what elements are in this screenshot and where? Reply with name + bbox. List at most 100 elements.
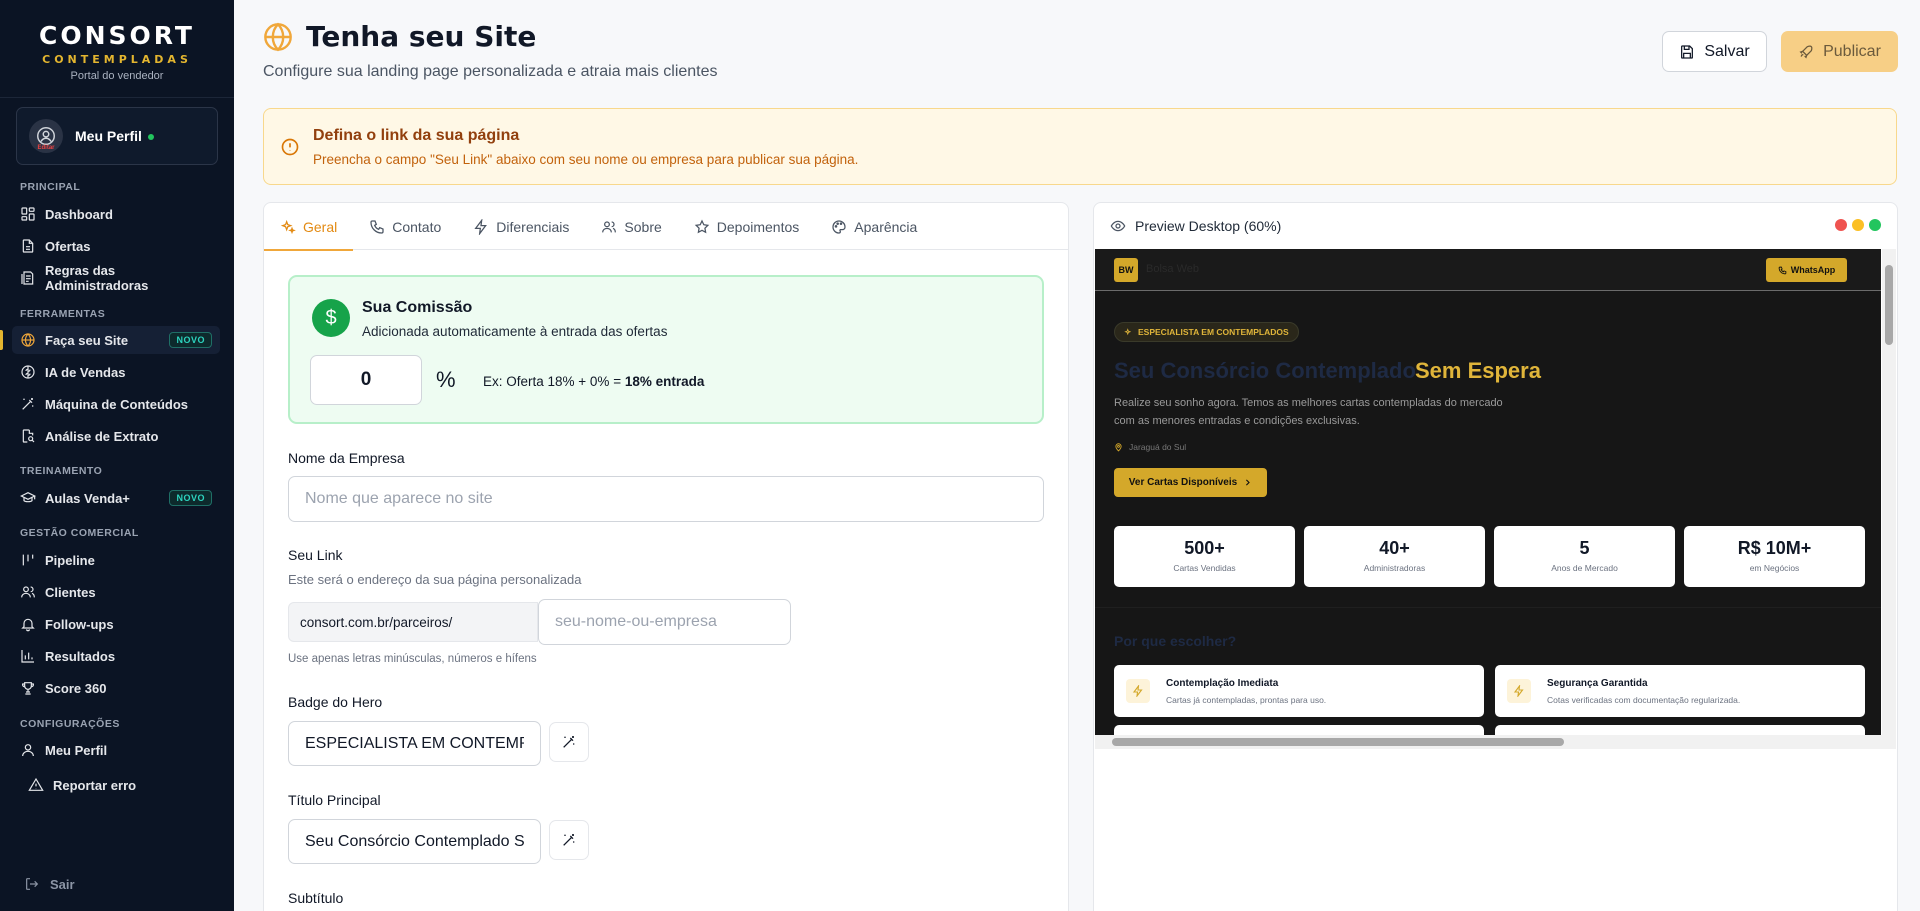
logout-label: Sair (50, 876, 75, 892)
publish-label: Publicar (1823, 42, 1881, 60)
globe-icon (264, 22, 292, 51)
sidebar: CONSORT CONTEMPLADAS Portal do vendedor … (0, 0, 234, 911)
logout-button[interactable]: Sair (24, 876, 75, 892)
commission-title: Sua Comissão (362, 299, 473, 316)
online-status-dot (147, 133, 154, 140)
phone-icon (370, 219, 384, 234)
sidebar-item-analise-de-extrato[interactable]: Análise de Extrato (12, 422, 220, 450)
commission-input[interactable] (310, 355, 422, 405)
users-icon (602, 220, 617, 232)
link-alert: Defina o link da sua página Preencha o c… (263, 108, 1897, 185)
alert-circle-icon (281, 138, 299, 156)
lightning-icon (1507, 679, 1531, 703)
sidebar-item-label: Dashboard (45, 206, 113, 222)
profile-card[interactable]: Editar Meu Perfil (16, 107, 218, 165)
users-icon (21, 586, 35, 598)
sidebar-item-meu-perfil[interactable]: Meu Perfil (12, 736, 220, 764)
generate-title-button[interactable] (549, 820, 589, 860)
preview-feature-card-partial (1114, 725, 1484, 735)
magic-wand-icon (22, 398, 34, 410)
link-prefix: consort.com.br/parceiros/ (288, 602, 538, 642)
sidebar-item-label: Score 360 (45, 680, 107, 696)
preview-stat-card: 500+ Cartas Vendidas (1114, 526, 1295, 587)
tab-diferenciais[interactable]: Diferenciais (457, 203, 585, 250)
preview-hero-badge: ESPECIALISTA EM CONTEMPLADOS (1114, 322, 1299, 342)
sidebar-item-label: Clientes (45, 584, 96, 600)
generate-badge-button[interactable] (549, 722, 589, 762)
page-header: Tenha seu Site (262, 20, 536, 53)
sidebar-item-dashboard[interactable]: Dashboard (12, 200, 220, 228)
preview-location-text: Jaraguá do Sul (1129, 442, 1187, 452)
save-button[interactable]: Salvar (1662, 31, 1767, 72)
magic-wand-icon (563, 736, 575, 748)
brand-name: CONSORT (39, 21, 195, 50)
window-dot-green (1869, 219, 1881, 231)
sidebar-item-resultados[interactable]: Resultados (12, 642, 220, 670)
chevron-right-icon (1246, 479, 1250, 486)
star-icon (694, 219, 710, 233)
magic-wand-icon (563, 834, 575, 846)
preview-divider (1095, 607, 1881, 608)
eye-icon (1110, 220, 1126, 232)
sidebar-item-faca-seu-site[interactable]: Faça seu Site NOVO (0, 326, 220, 354)
subtitle-label: Subtítulo (288, 890, 344, 906)
tab-aparencia[interactable]: Aparência (815, 203, 933, 250)
file-search-icon (22, 429, 35, 443)
preview-stat-value: 500+ (1184, 538, 1225, 558)
commission-example-text: Ex: Oferta 18% + 0% = (483, 374, 625, 389)
preview-logo-text: Bolsa Web (1146, 263, 1199, 275)
nav-section-gestao-comercial: GESTÃO COMERCIAL (20, 527, 139, 539)
main-title-input[interactable] (288, 819, 541, 864)
document-icon (22, 239, 34, 253)
rules-icon (21, 271, 34, 285)
sidebar-item-maquina-de-conteudos[interactable]: Máquina de Conteúdos (12, 390, 220, 418)
tab-label: Contato (392, 218, 442, 235)
tab-label: Depoimentos (716, 218, 800, 235)
tab-contato[interactable]: Contato (353, 203, 457, 250)
tab-depoimentos[interactable]: Depoimentos (678, 203, 816, 250)
new-badge: NOVO (169, 332, 212, 348)
window-dot-red (1835, 219, 1847, 231)
trophy-icon (21, 682, 35, 695)
pipeline-icon (22, 554, 34, 566)
link-slug-input[interactable] (538, 599, 791, 645)
company-name-input[interactable] (288, 476, 1044, 522)
scrollbar-thumb[interactable] (1112, 738, 1564, 746)
preview-vertical-scrollbar[interactable] (1882, 249, 1896, 735)
hero-badge-input[interactable] (288, 721, 541, 766)
sidebar-item-ofertas[interactable]: Ofertas (12, 232, 220, 260)
tab-geral[interactable]: Geral (264, 203, 354, 251)
sidebar-item-clientes[interactable]: Clientes (12, 578, 220, 606)
lightning-icon (1126, 679, 1150, 703)
commission-description: Adicionada automaticamente à entrada das… (362, 324, 668, 339)
preview-location: Jaraguá do Sul (1114, 442, 1186, 452)
scrollbar-thumb[interactable] (1885, 265, 1893, 345)
warning-icon (28, 777, 44, 791)
publish-button[interactable]: Publicar (1781, 31, 1898, 72)
new-badge: NOVO (169, 490, 212, 506)
sidebar-item-reportar-erro[interactable]: Reportar erro (20, 771, 228, 799)
avatar-edit-tag: Editar (37, 145, 55, 151)
alert-title: Defina o link da sua página (313, 127, 520, 144)
brand-logo[interactable]: CONSORT CONTEMPLADAS Portal do vendedor (0, 0, 234, 98)
nav-section-configuracoes: CONFIGURAÇÕES (20, 718, 120, 730)
sidebar-item-score-360[interactable]: Score 360 (12, 674, 220, 702)
sidebar-item-label: Reportar erro (53, 777, 137, 793)
preview-title: Preview Desktop (60%) (1135, 218, 1282, 234)
tab-label: Sobre (624, 218, 662, 235)
preview-cta-button[interactable]: Ver Cartas Disponíveis (1114, 468, 1267, 497)
tab-sobre[interactable]: Sobre (585, 203, 677, 250)
sidebar-item-pipeline[interactable]: Pipeline (12, 546, 220, 574)
sidebar-item-regras[interactable]: Regras das Administradoras (12, 263, 220, 293)
avatar[interactable]: Editar (29, 119, 63, 153)
sidebar-item-ia-de-vendas[interactable]: IA de Vendas (12, 358, 220, 386)
preview-horizontal-scrollbar[interactable] (1095, 735, 1896, 749)
commission-example-result: 18% entrada (624, 374, 705, 389)
sidebar-item-follow-ups[interactable]: Follow-ups (12, 610, 220, 638)
sidebar-item-aulas-venda[interactable]: Aulas Venda+ NOVO (12, 484, 220, 512)
preview-stat-label: Administradoras (1363, 563, 1426, 573)
preview-whatsapp-button[interactable]: WhatsApp (1766, 258, 1847, 282)
brand-tagline: Portal do vendedor (70, 70, 164, 82)
percent-sign: % (436, 367, 456, 392)
preview-cta-label: Ver Cartas Disponíveis (1128, 477, 1238, 488)
